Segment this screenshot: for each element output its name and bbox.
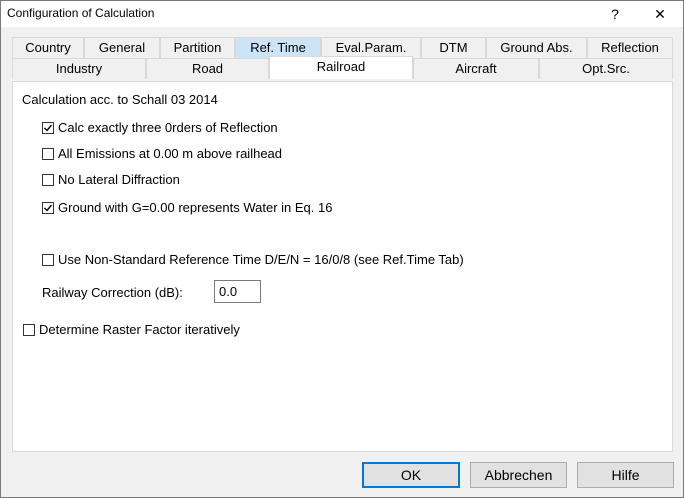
ok-button[interactable]: OK (362, 462, 460, 488)
label-ground-water: Ground with G=0.00 represents Water in E… (58, 200, 333, 215)
label-raster-factor: Determine Raster Factor iteratively (39, 322, 240, 337)
tab-general[interactable]: General (84, 37, 160, 58)
tab-road[interactable]: Road (146, 58, 269, 79)
label-non-standard-time: Use Non-Standard Reference Time D/E/N = … (58, 252, 464, 267)
tab-partition[interactable]: Partition (160, 37, 235, 58)
dialog-window: Configuration of Calculation ? ✕ Country… (0, 0, 684, 498)
tab-eval-param[interactable]: Eval.Param. (321, 37, 421, 58)
close-icon[interactable]: ✕ (638, 1, 682, 27)
tab-country[interactable]: Country (12, 37, 84, 58)
checkmark-icon (44, 204, 53, 212)
tab-ref-time[interactable]: Ref. Time (235, 37, 321, 58)
checkbox-no-lateral-diffraction[interactable] (42, 174, 54, 186)
checkbox-emissions-height[interactable] (42, 148, 54, 160)
tab-opt-src[interactable]: Opt.Src. (539, 58, 673, 79)
tab-dtm[interactable]: DTM (421, 37, 486, 58)
railway-correction-label: Railway Correction (dB): (42, 285, 183, 300)
checkbox-raster-factor[interactable] (23, 324, 35, 336)
tab-reflection[interactable]: Reflection (587, 37, 673, 58)
railway-correction-input[interactable]: 0.0 (214, 280, 261, 303)
checkbox-ground-water[interactable] (42, 202, 54, 214)
calculation-heading: Calculation acc. to Schall 03 2014 (22, 92, 218, 107)
tab-industry[interactable]: Industry (12, 58, 146, 79)
label-emissions-height: All Emissions at 0.00 m above railhead (58, 146, 283, 161)
checkmark-icon (44, 124, 53, 132)
window-title: Configuration of Calculation (7, 6, 155, 20)
cancel-button[interactable]: Abbrechen (470, 462, 567, 488)
help-icon[interactable]: ? (593, 1, 637, 27)
label-three-orders: Calc exactly three 0rders of Reflection (58, 120, 278, 135)
tab-railroad[interactable]: Railroad (269, 56, 413, 79)
checkbox-non-standard-time[interactable] (42, 254, 54, 266)
tab-ground-abs[interactable]: Ground Abs. (486, 37, 587, 58)
title-bar: Configuration of Calculation ? ✕ (1, 1, 683, 27)
tab-aircraft[interactable]: Aircraft (413, 58, 539, 79)
help-button[interactable]: Hilfe (577, 462, 674, 488)
label-no-lateral-diffraction: No Lateral Diffraction (58, 172, 180, 187)
checkbox-three-orders[interactable] (42, 122, 54, 134)
railroad-panel: Calculation acc. to Schall 03 2014 Calc … (12, 81, 673, 452)
